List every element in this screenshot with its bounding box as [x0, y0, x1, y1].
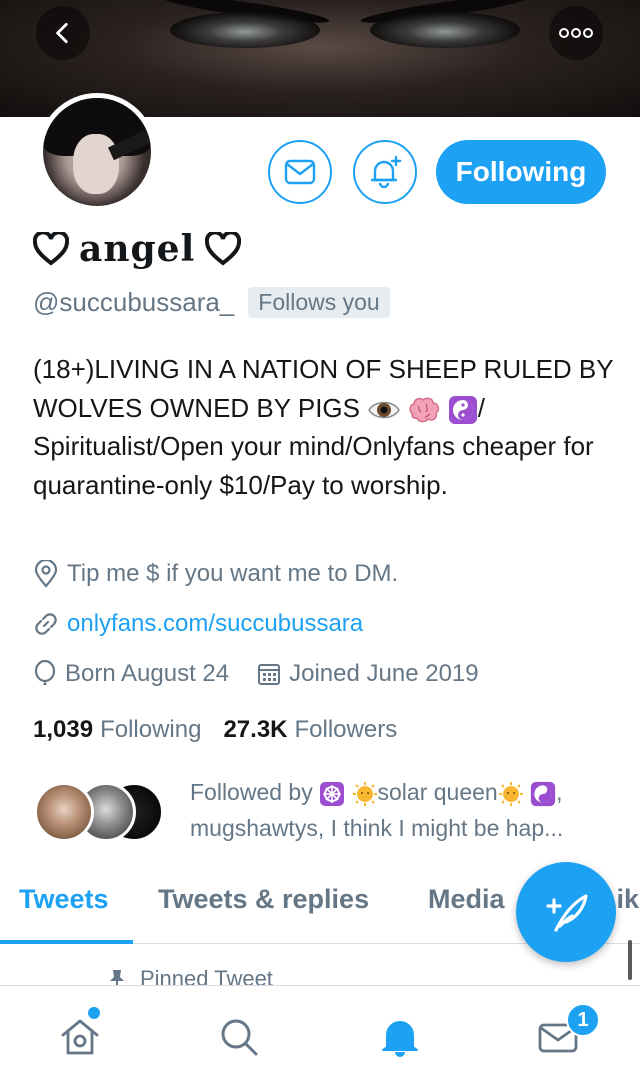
handle-row: @succubussara_ Follows you [33, 287, 390, 318]
home-unread-dot [88, 1007, 100, 1019]
mutual-avatar[interactable] [34, 782, 94, 842]
more-dots-icon [559, 28, 593, 38]
link-icon [35, 613, 57, 635]
following-label: Following [100, 716, 202, 743]
yin-yang-icon [448, 395, 477, 424]
avatar-frame[interactable] [38, 93, 156, 211]
notifications-button[interactable] [353, 140, 417, 204]
nav-notifications[interactable] [375, 1012, 425, 1062]
eye-icon [368, 401, 401, 418]
following-stat[interactable]: 1,039 Following [33, 716, 201, 744]
followed-by-text[interactable]: Followed by solar queen , mugshawtys, I … [190, 774, 620, 846]
display-name: angel [79, 228, 196, 270]
heart-outline-icon [205, 232, 242, 266]
follow-stats: 1,039 Following 27.3K Followers [33, 716, 397, 744]
back-button[interactable] [36, 6, 90, 60]
calendar-icon [258, 664, 281, 685]
location-row: Tip me $ if you want me to DM. [33, 560, 398, 588]
nav-home[interactable] [55, 1012, 105, 1062]
bio: (18+)LIVING IN A NATION OF SHEEP RULED B… [33, 350, 623, 504]
tab-tweets[interactable]: Tweets [19, 884, 109, 915]
website-row: onlyfans.com/succubussara [33, 610, 363, 638]
home-icon [61, 1019, 99, 1055]
avatar-face [73, 134, 119, 194]
followers-count: 27.3K [223, 716, 288, 743]
followed-by-first: solar queen [377, 779, 498, 805]
followed-by-prefix: Followed by [190, 779, 313, 805]
website-link[interactable]: onlyfans.com/succubussara [67, 610, 363, 638]
yin-yang-icon [530, 781, 556, 807]
handle: @succubussara_ [33, 287, 235, 317]
mail-icon [284, 159, 316, 185]
bell-plus-icon [370, 155, 402, 189]
bio-text: (18+)LIVING IN A NATION OF SHEEP RULED B… [33, 354, 614, 423]
messages-badge: 1 [566, 1003, 600, 1037]
followers-label: Followers [294, 716, 398, 743]
more-options-button[interactable] [549, 6, 603, 60]
follows-you-badge: Follows you [248, 287, 390, 318]
location-pin-icon [34, 560, 58, 588]
chevron-left-icon [56, 22, 68, 44]
bottom-navigation: 1 [0, 985, 640, 1085]
brain-icon [409, 397, 440, 422]
tab-media[interactable]: Media [428, 884, 505, 915]
compose-feather-icon [546, 894, 588, 932]
dates-row: Born August 24 Joined June 2019 [33, 660, 479, 688]
followers-stat[interactable]: 27.3K Followers [223, 716, 397, 744]
bell-icon [382, 1021, 418, 1057]
following-count: 1,039 [33, 716, 94, 743]
display-name-row: angel [33, 228, 242, 270]
dharma-wheel-icon [320, 781, 345, 806]
joined-text: Joined June 2019 [289, 660, 479, 687]
message-button[interactable] [268, 140, 332, 204]
heart-outline-icon [33, 232, 69, 266]
scrollbar[interactable] [628, 940, 632, 980]
tab-tweets-replies[interactable]: Tweets & replies [158, 884, 369, 915]
balloon-icon [34, 660, 56, 685]
sun-face-icon [498, 781, 523, 806]
following-button[interactable]: Following [436, 140, 606, 204]
stats-gap [201, 716, 223, 744]
compose-tweet-button[interactable] [516, 862, 616, 962]
banner-eye-right [370, 12, 520, 48]
active-tab-indicator [0, 940, 133, 944]
sun-face-icon [352, 781, 377, 806]
banner-eye-left [170, 12, 320, 48]
avatar [43, 98, 151, 206]
location-text: Tip me $ if you want me to DM. [67, 560, 399, 587]
nav-search[interactable] [214, 1012, 264, 1062]
search-icon [221, 1019, 258, 1056]
birthday-text: Born August 24 [65, 660, 230, 687]
